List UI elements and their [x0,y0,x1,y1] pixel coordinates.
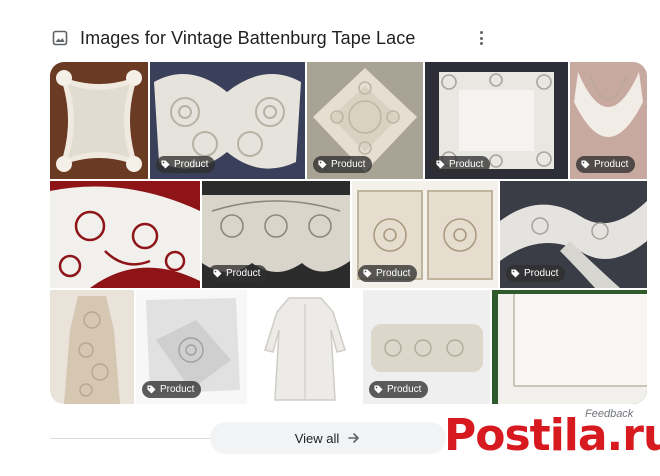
image-tile[interactable]: Product [425,62,568,179]
image-tile[interactable] [249,290,361,404]
image-tile[interactable]: Product [500,181,647,288]
tag-icon [318,160,327,169]
tag-icon [147,385,156,394]
image-tile[interactable]: Product [570,62,647,179]
view-all-button[interactable]: View all [210,422,446,454]
image-tile[interactable] [50,181,200,288]
badge-label: Product [376,268,411,279]
more-vert-icon[interactable] [473,27,489,49]
image-tile[interactable]: Product [363,290,490,404]
image-tile[interactable]: Product [136,290,247,404]
view-all-label: View all [294,430,340,446]
tag-icon [363,269,372,278]
images-header: Images for Vintage Battenburg Tape Lace [52,24,415,52]
tag-icon [374,385,383,394]
product-badge: Product [142,381,202,398]
badge-label: Product [449,159,484,170]
lace-image [249,290,361,404]
lace-image [50,181,200,288]
badge-label: Product [387,384,422,395]
image-tile[interactable]: Product [307,62,423,179]
watermark-text: Postila.ru [444,410,660,461]
badge-label: Product [524,268,559,279]
tag-icon [161,160,170,169]
image-tile[interactable]: Product [150,62,305,179]
badge-label: Product [594,159,629,170]
image-tile[interactable]: Product [352,181,498,288]
product-badge: Product [369,381,429,398]
product-badge: Product [431,156,491,173]
badge-label: Product [160,384,195,395]
image-icon [52,30,68,46]
lace-image [492,290,647,404]
image-grid: Product Product Product Product Product … [50,62,647,404]
image-tile[interactable] [50,62,148,179]
arrow-right-icon [348,433,360,443]
product-badge: Product [576,156,636,173]
lace-image [50,62,148,179]
product-badge: Product [208,265,268,282]
tag-icon [581,160,590,169]
product-badge: Product [358,265,418,282]
image-tile[interactable] [50,290,134,404]
postila-watermark: Postila.ru [438,400,660,472]
product-badge: Product [156,156,216,173]
badge-label: Product [226,268,261,279]
image-tile[interactable]: Product [202,181,350,288]
divider [50,438,210,439]
product-badge: Product [313,156,373,173]
badge-label: Product [331,159,366,170]
tag-icon [213,269,222,278]
product-badge: Product [506,265,566,282]
tag-icon [436,160,445,169]
section-title: Images for Vintage Battenburg Tape Lace [80,27,416,48]
image-tile[interactable] [492,290,647,404]
badge-label: Product [174,159,209,170]
tag-icon [511,269,520,278]
lace-image [50,290,134,404]
